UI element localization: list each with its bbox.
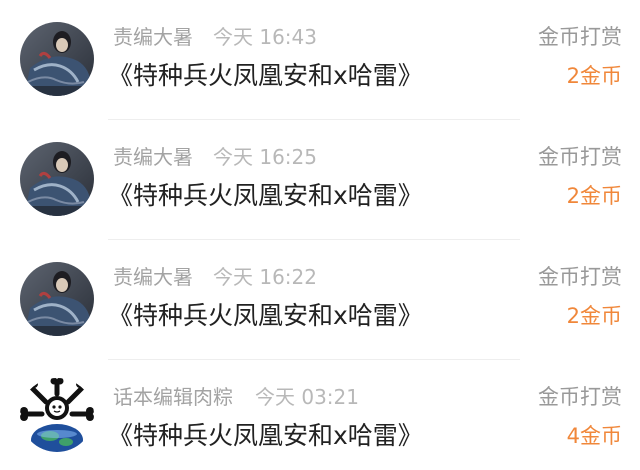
sender-name: 责编大暑 <box>113 265 193 289</box>
book-title[interactable]: 《特种兵火凤凰安和x哈雷》 <box>108 60 423 92</box>
tip-type-label: 金币打赏 <box>538 265 622 289</box>
list-item[interactable]: 责编大暑 今天 16:43 《特种兵火凤凰安和x哈雷》 金币打赏 2金币 <box>0 0 640 120</box>
book-title[interactable]: 《特种兵火凤凰安和x哈雷》 <box>108 300 423 332</box>
list-item[interactable]: 话本编辑肉粽 今天 03:21 《特种兵火凤凰安和x哈雷》 金币打赏 4金币 <box>0 360 640 470</box>
list-item[interactable]: 责编大暑 今天 16:22 《特种兵火凤凰安和x哈雷》 金币打赏 2金币 <box>0 240 640 360</box>
avatar[interactable] <box>20 378 94 452</box>
message-time: 今天 16:43 <box>213 25 317 49</box>
tip-type-label: 金币打赏 <box>538 145 622 169</box>
book-title[interactable]: 《特种兵火凤凰安和x哈雷》 <box>108 420 423 452</box>
tip-amount: 2金币 <box>566 64 622 88</box>
avatar[interactable] <box>20 142 94 216</box>
tip-type-label: 金币打赏 <box>538 385 622 409</box>
sender-name: 责编大暑 <box>113 25 193 49</box>
tip-amount: 2金币 <box>566 184 622 208</box>
message-time: 今天 16:25 <box>213 145 317 169</box>
message-time: 今天 03:21 <box>255 385 359 409</box>
tip-type-label: 金币打赏 <box>538 25 622 49</box>
tip-message-list: 责编大暑 今天 16:43 《特种兵火凤凰安和x哈雷》 金币打赏 2金币 责编大… <box>0 0 640 470</box>
book-title[interactable]: 《特种兵火凤凰安和x哈雷》 <box>108 180 423 212</box>
sender-name: 话本编辑肉粽 <box>113 385 233 409</box>
tip-amount: 2金币 <box>566 304 622 328</box>
tip-amount: 4金币 <box>566 424 622 448</box>
message-time: 今天 16:22 <box>213 265 317 289</box>
sender-name: 责编大暑 <box>113 145 193 169</box>
avatar[interactable] <box>20 22 94 96</box>
character-portrait-avatar-icon <box>20 22 94 96</box>
cartoon-planet-bones-avatar-icon <box>20 378 94 452</box>
avatar[interactable] <box>20 262 94 336</box>
list-item[interactable]: 责编大暑 今天 16:25 《特种兵火凤凰安和x哈雷》 金币打赏 2金币 <box>0 120 640 240</box>
character-portrait-avatar-icon <box>20 262 94 336</box>
character-portrait-avatar-icon <box>20 142 94 216</box>
